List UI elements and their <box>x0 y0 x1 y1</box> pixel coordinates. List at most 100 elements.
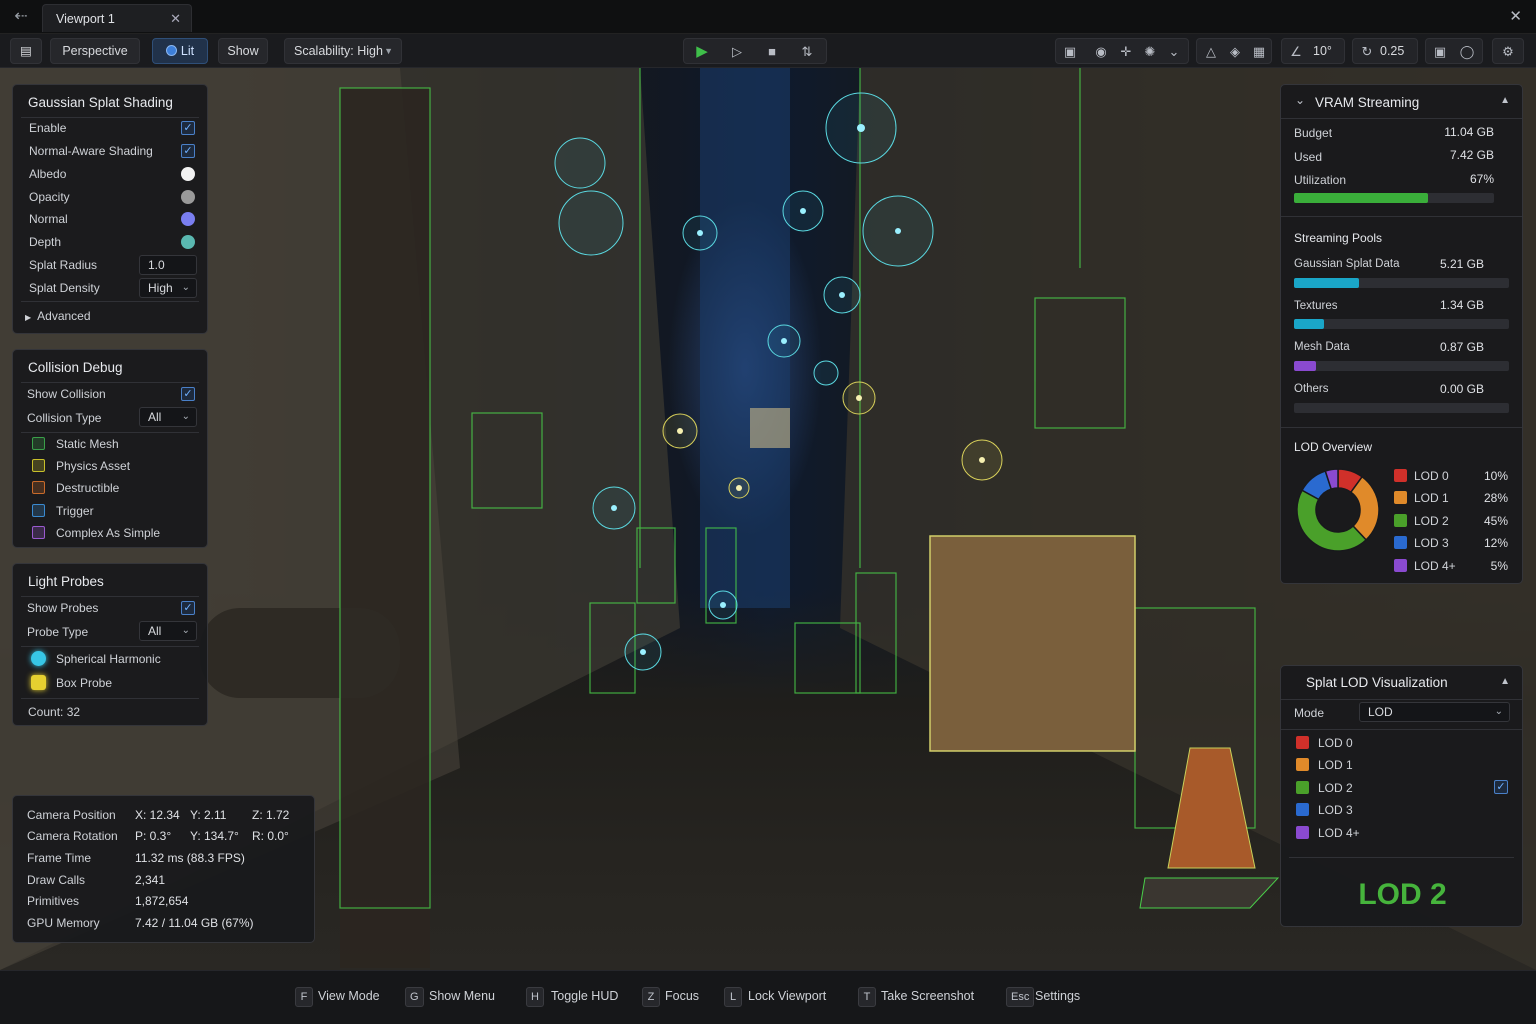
lod3-swatch <box>1394 536 1407 549</box>
probe-type-dropdown[interactable]: All ⌄ <box>139 621 197 641</box>
toggle-hud-shortcut[interactable]: Toggle HUD <box>551 989 618 1003</box>
play-icon[interactable]: ▶ <box>693 43 711 61</box>
divider <box>21 382 199 383</box>
advanced-expander[interactable]: ▶ Advanced <box>25 309 91 323</box>
mode-label: Mode <box>1294 706 1325 720</box>
lod3-label: LOD 3 <box>1414 536 1449 550</box>
chevron-down-icon: ⌄ <box>181 411 190 422</box>
box-probe-icon <box>31 675 46 690</box>
view-mode-shortcut[interactable]: View Mode <box>318 989 380 1003</box>
mode-dropdown[interactable]: LOD ⌄ <box>1359 702 1510 722</box>
chevron-up-icon[interactable]: ▲ <box>1500 676 1510 687</box>
splat-lod2-checkbox[interactable]: ✓ <box>1494 780 1508 794</box>
title-bar: ⇠ Viewport 1 ✕ ✕ <box>0 0 1536 34</box>
window-close-icon[interactable]: ✕ <box>1509 7 1522 25</box>
used-value: 7.42 GB <box>1449 148 1494 162</box>
complex-as-simple-swatch[interactable] <box>32 526 45 539</box>
trigger-swatch[interactable] <box>32 504 45 517</box>
splat-lod0-label[interactable]: LOD 0 <box>1318 736 1353 750</box>
scalability-dropdown[interactable]: Scalability: High ▼ <box>284 38 402 64</box>
splat-lod-panel: Splat LOD Visualization ▲ Mode LOD ⌄ LOD… <box>1280 665 1523 927</box>
chevron-up-icon[interactable]: ▲ <box>1500 95 1510 106</box>
show-menu-shortcut[interactable]: Show Menu <box>429 989 495 1003</box>
used-label: Used <box>1294 150 1323 164</box>
perspective-button[interactable]: Perspective <box>50 38 140 64</box>
pool-textures-bar <box>1294 319 1509 329</box>
lod1-swatch <box>1394 491 1407 504</box>
camera-speed[interactable]: ↻ 0.25 <box>1352 38 1418 64</box>
pool-mesh-bar-fill <box>1294 361 1316 371</box>
angle-value: 10° <box>1313 44 1332 58</box>
tab-viewport[interactable]: Viewport 1 ✕ <box>42 4 192 32</box>
lock-viewport-shortcut[interactable]: Lock Viewport <box>748 989 826 1003</box>
take-screenshot-shortcut[interactable]: Take Screenshot <box>881 989 974 1003</box>
select-icon[interactable]: ▣ <box>1061 43 1079 61</box>
divider <box>1281 729 1522 730</box>
angle-snap[interactable]: ∠ 10° <box>1281 38 1345 64</box>
normal-color-swatch[interactable] <box>181 212 195 226</box>
collision-type-dropdown[interactable]: All ⌄ <box>139 407 197 427</box>
transform-tools: ▣ ◉ ✛ ✺ ⌄ <box>1055 38 1189 64</box>
show-probes-checkbox[interactable]: ✓ <box>181 601 195 615</box>
depth-color-swatch[interactable] <box>181 235 195 249</box>
move-icon[interactable]: ✛ <box>1117 43 1135 61</box>
lod0-pct: 10% <box>1483 469 1508 483</box>
splat-lod4-label[interactable]: LOD 4+ <box>1318 826 1360 840</box>
splat-lod3-label[interactable]: LOD 3 <box>1318 803 1353 817</box>
layout-tools: ▣ ◯ <box>1425 38 1483 64</box>
surface-snap-icon[interactable]: ◈ <box>1226 43 1244 61</box>
stop-icon[interactable]: ■ <box>763 43 781 61</box>
splat-lod3-swatch <box>1296 803 1309 816</box>
normal-aware-checkbox[interactable]: ✓ <box>181 144 195 158</box>
step-forward-icon[interactable]: ▷ <box>728 43 746 61</box>
grid-snap-icon[interactable]: △ <box>1202 43 1220 61</box>
splat-lod2-swatch <box>1296 781 1309 794</box>
opacity-color-swatch[interactable] <box>181 190 195 204</box>
divider <box>21 698 199 699</box>
back-arrow-icon[interactable]: ⇠ <box>8 6 34 28</box>
lod2-label: LOD 2 <box>1414 514 1449 528</box>
rotate-icon[interactable]: ✺ <box>1141 43 1159 61</box>
key-l: L <box>724 987 742 1007</box>
snap-tools: △ ◈ ▦ <box>1196 38 1272 64</box>
show-button[interactable]: Show <box>218 38 268 64</box>
destructible-swatch[interactable] <box>32 481 45 494</box>
close-icon[interactable]: ✕ <box>170 11 181 27</box>
physics-asset-swatch[interactable] <box>32 459 45 472</box>
static-mesh-swatch[interactable] <box>32 437 45 450</box>
splat-density-dropdown[interactable]: High ⌄ <box>139 278 197 298</box>
pipe <box>340 88 430 968</box>
settings-shortcut[interactable]: Settings <box>1035 989 1080 1003</box>
caret-right-icon: ▶ <box>25 313 32 322</box>
destructible-label: Destructible <box>56 481 120 495</box>
chevron-down-icon[interactable]: ⌄ <box>1165 43 1183 61</box>
splat-lod1-label[interactable]: LOD 1 <box>1318 758 1353 772</box>
maximize-icon[interactable]: ▣ <box>1431 43 1449 61</box>
splat-lod2-label[interactable]: LOD 2 <box>1318 781 1353 795</box>
collapse-chevron-icon[interactable]: ⌄ <box>1295 93 1305 107</box>
menu-button[interactable]: ▤ <box>10 38 42 64</box>
eject-icon[interactable]: ⇅ <box>798 43 816 61</box>
lit-button[interactable]: Lit <box>152 38 208 64</box>
divider <box>21 596 199 597</box>
albedo-color-swatch[interactable] <box>181 167 195 181</box>
lod4-label: LOD 4+ <box>1414 559 1456 573</box>
utilization-value: 67% <box>1469 172 1494 186</box>
box-probe-label: Box Probe <box>56 676 113 690</box>
primitives-value: 1,872,654 <box>135 894 189 908</box>
enable-checkbox[interactable]: ✓ <box>181 121 195 135</box>
gpu-memory-label: GPU Memory <box>27 916 100 930</box>
show-collision-checkbox[interactable]: ✓ <box>181 387 195 401</box>
camera-rotation-r: R: 0.0° <box>252 829 289 843</box>
fullscreen-icon[interactable]: ◯ <box>1458 43 1476 61</box>
splat-density-label: Splat Density <box>29 281 100 295</box>
scale-snap-icon[interactable]: ▦ <box>1250 43 1268 61</box>
lod-donut-chart <box>1296 468 1380 552</box>
splat-radius-input[interactable]: 1.0 <box>139 255 197 275</box>
focus-shortcut[interactable]: Focus <box>665 989 699 1003</box>
utilization-label: Utilization <box>1294 173 1347 187</box>
normal-aware-label: Normal-Aware Shading <box>29 144 153 158</box>
record-icon[interactable]: ◉ <box>1092 43 1110 61</box>
camera-rotation-y: Y: 134.7° <box>190 829 239 843</box>
settings-button[interactable]: ⚙ <box>1492 38 1524 64</box>
